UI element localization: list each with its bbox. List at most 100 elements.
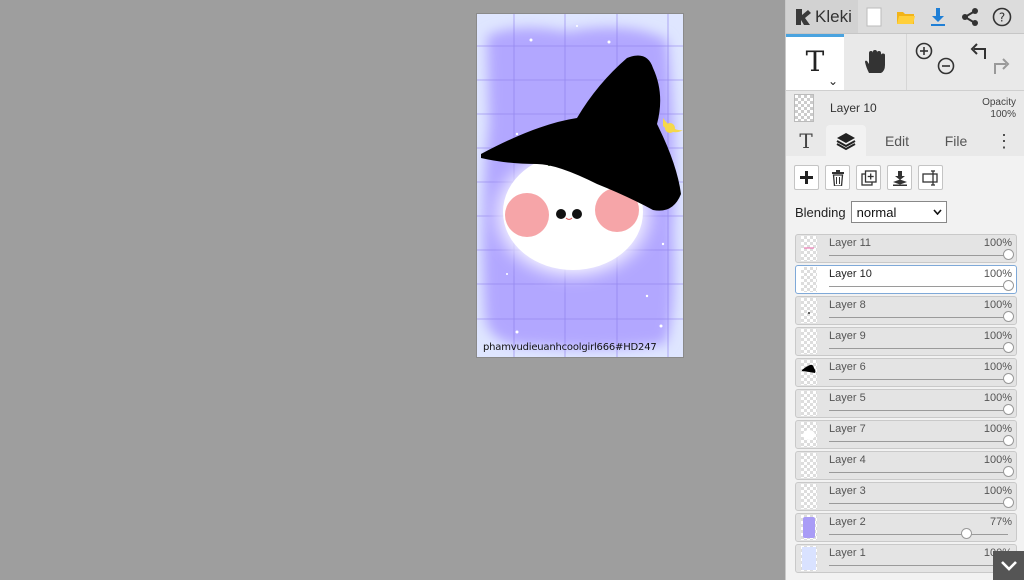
layer-list: Layer 11 100% Layer 10 100% Layer 8 100% Layer… <box>795 234 1017 575</box>
layer-opacity-slider-track[interactable] <box>829 441 1008 442</box>
duplicate-icon <box>860 169 877 186</box>
rename-icon <box>921 169 938 186</box>
redo-icon[interactable] <box>991 56 1011 76</box>
download-icon <box>930 7 945 26</box>
merge-down-icon <box>892 170 907 186</box>
layer-row[interactable]: Layer 4 100% <box>795 451 1017 480</box>
layer-opacity-slider-handle[interactable] <box>1002 404 1014 415</box>
drawing-canvas[interactable]: phamvudieuanhcoolgirl666#HD247 <box>477 14 683 357</box>
layer-opacity-slider-handle[interactable] <box>1002 435 1014 446</box>
tab-layers[interactable] <box>826 125 866 157</box>
tab-tool-settings[interactable]: T <box>786 125 826 157</box>
layer-opacity-slider-handle[interactable] <box>1002 280 1014 291</box>
collapse-panel-button[interactable] <box>993 551 1024 580</box>
chevron-down-icon[interactable]: ⌄ <box>828 74 838 88</box>
layer-thumbnail <box>801 298 817 323</box>
layer-opacity: 100% <box>983 392 1012 404</box>
open-folder-icon <box>896 11 915 24</box>
chevron-down-icon <box>933 209 942 215</box>
layer-opacity-slider-handle[interactable] <box>1002 497 1014 508</box>
tool-row: T ⌄ <box>786 34 1024 91</box>
canvas-workspace[interactable]: phamvudieuanhcoolgirl666#HD247 <box>0 0 785 580</box>
layers-pane: Blending normal Layer 11 100% Layer 10 100%… <box>786 156 1024 580</box>
layer-opacity-slider-handle[interactable] <box>1002 249 1014 260</box>
layer-row[interactable]: Layer 9 100% <box>795 327 1017 356</box>
layer-opacity: 77% <box>989 516 1012 528</box>
active-layer-name: Layer 10 <box>830 101 877 115</box>
svg-text:?: ? <box>999 10 1005 24</box>
layer-row[interactable]: Layer 2 77% <box>795 513 1017 542</box>
layer-opacity-slider-track[interactable] <box>829 565 1008 566</box>
layer-opacity: 100% <box>983 485 1012 497</box>
rename-layer-button[interactable] <box>918 165 943 190</box>
layer-opacity-slider-handle[interactable] <box>1002 311 1014 322</box>
layer-name: Layer 10 <box>829 268 872 280</box>
layer-opacity: 100% <box>983 299 1012 311</box>
layer-thumbnail <box>801 515 817 540</box>
layer-thumbnail <box>801 453 817 478</box>
app-name: Kleki <box>815 6 852 26</box>
layer-name: Layer 1 <box>829 547 866 559</box>
undo-icon[interactable] <box>969 41 989 61</box>
layer-opacity-slider-track[interactable] <box>829 255 1008 256</box>
share-button[interactable] <box>954 0 986 33</box>
layer-opacity: 100% <box>983 237 1012 249</box>
layer-opacity-slider-track[interactable] <box>829 348 1008 349</box>
share-icon <box>961 7 978 26</box>
help-button[interactable]: ? <box>986 0 1018 33</box>
layer-row[interactable]: Layer 5 100% <box>795 389 1017 418</box>
tab-edit[interactable]: Edit <box>866 125 928 157</box>
open-file-button[interactable] <box>890 0 922 33</box>
layer-opacity-slider-track[interactable] <box>829 317 1008 318</box>
layer-thumbnail <box>801 391 817 416</box>
download-button[interactable] <box>922 0 954 33</box>
kleki-logo-icon <box>796 8 811 25</box>
layer-thumbnail <box>801 422 817 447</box>
layer-row[interactable]: Layer 8 100% <box>795 296 1017 325</box>
layer-opacity-slider-handle[interactable] <box>961 528 973 539</box>
tab-file[interactable]: File <box>928 125 984 157</box>
watermark-text: phamvudieuanhcoolgirl666#HD247 <box>483 342 657 353</box>
layer-opacity-slider-track[interactable] <box>829 410 1008 411</box>
text-tool-button[interactable]: T ⌄ <box>786 34 844 90</box>
delete-layer-button[interactable] <box>825 165 850 190</box>
top-bar: Kleki ? <box>786 0 1024 34</box>
layer-opacity-slider-handle[interactable] <box>1002 466 1014 477</box>
new-file-button[interactable] <box>858 0 890 33</box>
duplicate-layer-button[interactable] <box>856 165 881 190</box>
layer-opacity: 100% <box>983 361 1012 373</box>
layers-icon <box>836 133 856 151</box>
layer-opacity-slider-handle[interactable] <box>1002 373 1014 384</box>
blending-mode-select[interactable]: normal <box>850 201 947 223</box>
layer-opacity-slider-track[interactable] <box>829 534 1008 535</box>
blending-label: Blending <box>795 204 846 220</box>
layer-thumbnail <box>801 329 817 354</box>
add-layer-button[interactable] <box>794 165 819 190</box>
more-options-icon[interactable]: ⋮ <box>984 125 1024 157</box>
layer-opacity-slider-handle[interactable] <box>1002 342 1014 353</box>
zoom-in-icon[interactable] <box>914 41 934 61</box>
opacity-value: 100% <box>990 109 1016 120</box>
layer-row[interactable]: Layer 11 100% <box>795 234 1017 263</box>
layer-opacity-slider-track[interactable] <box>829 379 1008 380</box>
layer-row[interactable]: Layer 10 100% <box>795 265 1017 294</box>
hand-tool-button[interactable] <box>844 34 906 90</box>
layer-opacity: 100% <box>983 268 1012 280</box>
layer-name: Layer 8 <box>829 299 866 311</box>
undo-redo-controls <box>965 34 1023 90</box>
layer-name: Layer 4 <box>829 454 866 466</box>
layer-thumbnail <box>801 360 817 385</box>
zoom-out-icon[interactable] <box>936 56 956 76</box>
layer-row[interactable]: Layer 7 100% <box>795 420 1017 449</box>
layer-row[interactable]: Layer 1100% <box>795 544 1017 573</box>
opacity-label: Opacity <box>982 97 1016 108</box>
layer-opacity-slider-track[interactable] <box>829 286 1008 287</box>
merge-down-button[interactable] <box>887 165 912 190</box>
layer-row[interactable]: Layer 3 100% <box>795 482 1017 511</box>
layer-opacity-slider-track[interactable] <box>829 503 1008 504</box>
app-logo[interactable]: Kleki <box>786 0 858 33</box>
layer-row[interactable]: Layer 6 100% <box>795 358 1017 387</box>
layer-opacity-readout[interactable]: Opacity 100% <box>982 97 1016 121</box>
zoom-controls <box>906 34 965 90</box>
layer-opacity-slider-track[interactable] <box>829 472 1008 473</box>
